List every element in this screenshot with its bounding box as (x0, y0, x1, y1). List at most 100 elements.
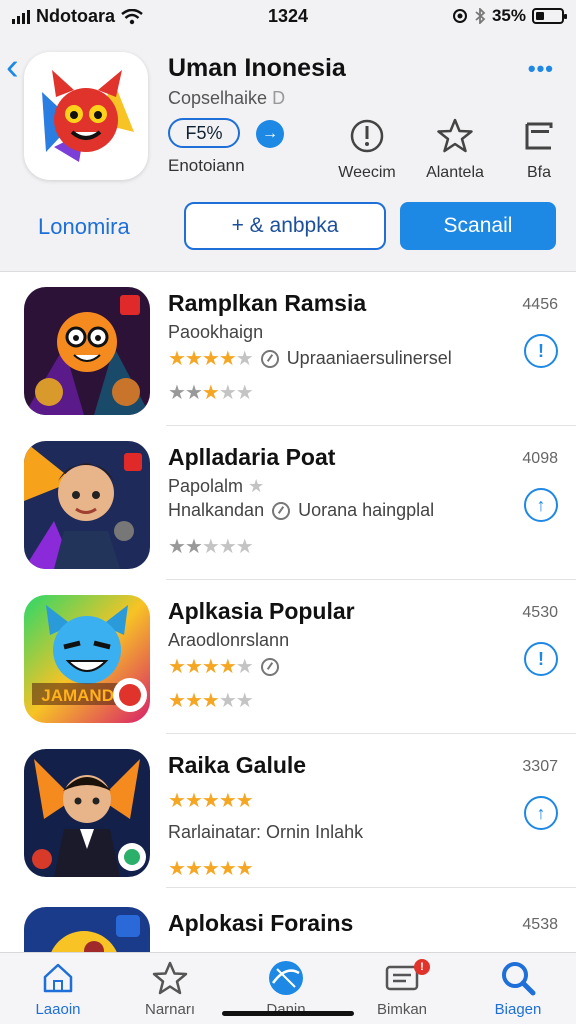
rating-star: ★ (235, 536, 254, 558)
star-outline-icon (152, 961, 188, 995)
tab-label: Bimkan (376, 1001, 428, 1018)
back-button[interactable]: ‹ (6, 48, 19, 86)
rating-star: ★ (168, 858, 186, 880)
app-detail: Hnalkandan Uorana haingplal (168, 500, 434, 521)
location-icon (452, 9, 467, 23)
alert-icon (350, 119, 384, 153)
star-icon (437, 118, 473, 153)
clock-icon (260, 349, 279, 368)
rating-star: ★ (168, 382, 186, 404)
app-title: Aplladaria Poat (168, 444, 336, 470)
globe-icon (269, 961, 303, 995)
app-count: 3307 (522, 758, 558, 775)
app-detail-left: Hnalkandan (168, 500, 265, 520)
app-count: 4530 (522, 604, 558, 621)
rating-star: ★ (218, 690, 237, 712)
header-action-star[interactable]: Alantela (410, 116, 500, 182)
rating-star: ★ (184, 656, 203, 678)
share-button[interactable]: → (256, 120, 284, 148)
rating-star: ★ (235, 348, 254, 370)
app-count: 4538 (522, 916, 558, 933)
svg-text:JAMANDI: JAMANDI (41, 686, 118, 705)
app-detail-text: Upraaniaersulinersel (286, 348, 452, 368)
tab-label: Narnarı (144, 1001, 196, 1018)
info-button[interactable]: ↑ (524, 488, 558, 522)
app-title: Aplokasi Forains (168, 910, 354, 936)
rating-star: ★ (201, 858, 220, 880)
rating-star: ★ (201, 656, 220, 678)
app-subtitle: Copselhaike D (168, 88, 286, 108)
app-title: Ramplkan Ramsia (168, 290, 367, 316)
rating-star: ★ (218, 790, 237, 812)
rating-stars-secondary: ★★★★★ (168, 858, 254, 880)
rating-star: ★ (201, 536, 220, 558)
rating-star: ★ (168, 656, 186, 678)
app-title: Raika Galule (168, 752, 307, 778)
rating-star: ★ (184, 858, 203, 880)
app-secondary-rating: ★★★★★ (168, 380, 254, 405)
tab-label: Laaoin (35, 1001, 81, 1018)
app-secondary-rating: ★★★★★ (168, 534, 254, 559)
battery-percent: 35% (491, 6, 526, 25)
header-action-bracket[interactable]: Bfa (494, 116, 576, 182)
app-detail: ★★★★★ Upraaniaersulinersel (168, 346, 452, 371)
tab-updates[interactable]: ! Bimkan (352, 959, 452, 1018)
list-item[interactable]: Aplladaria Poat Papolalm ★ 4098 Hnalkand… (0, 426, 576, 580)
rating-stars: ★★★★★ (168, 346, 254, 371)
app-subtitle: Papolalm ★ (168, 476, 265, 496)
app-rating-row: ★★★★★ (168, 788, 254, 813)
rating-star: ★ (235, 858, 254, 880)
battery-icon (532, 8, 567, 24)
tab-bar: Laaoin Narnarı Danin ! Bimkan Biagen (0, 952, 576, 1024)
header-action-label: Alantela (426, 164, 484, 181)
more-button[interactable]: ••• (528, 56, 554, 82)
rating-star: ★ (218, 536, 237, 558)
clock-icon (260, 657, 279, 676)
rating-star: ★ (235, 382, 254, 404)
list-item[interactable]: Raika Galule ★★★★★ 3307 Rarlainatar: Orn… (0, 734, 576, 888)
rating-stars: ★★★★★ (168, 788, 254, 813)
rating-star: ★ (184, 690, 203, 712)
tab-right[interactable]: Scanail (400, 202, 556, 250)
rating-star: ★ (168, 536, 186, 558)
tab-search[interactable]: Biagen (468, 959, 568, 1018)
header-action-alert[interactable]: Weecim (322, 116, 412, 182)
list-item[interactable]: Ramplkan Ramsia Paookhaign 4456 ★★★★★ Up… (0, 272, 576, 426)
tab-middle[interactable]: + & anbpka (184, 202, 386, 250)
app-count: 4456 (522, 296, 558, 313)
app-detail: ★★★★★ (168, 654, 279, 679)
rating-star: ★ (201, 790, 220, 812)
app-thumbnail (24, 441, 150, 569)
app-count: 4098 (522, 450, 558, 467)
info-button[interactable]: ↑ (524, 796, 558, 830)
clock-icon (272, 501, 291, 520)
app-icon (24, 52, 148, 180)
list-item[interactable]: JAMANDI Aplkasia Popular Araodlonrslann … (0, 580, 576, 734)
rating-star: ★ (201, 690, 220, 712)
info-button[interactable]: ! (524, 334, 558, 368)
search-icon (502, 962, 536, 996)
header-action-label: Weecim (338, 164, 396, 181)
tab-home[interactable]: Laaoin (8, 959, 108, 1018)
info-button[interactable]: ! (524, 642, 558, 676)
app-subtitle: Paookhaign (168, 322, 264, 342)
tab-left[interactable]: Lonomira (38, 214, 130, 240)
rating-stars: ★★★★★ (168, 654, 254, 679)
rating-stars-secondary: ★★★★★ (168, 382, 254, 404)
rating-star: ★ (235, 656, 254, 678)
app-developer: Enotoiann (168, 156, 245, 175)
app-thumbnail (24, 907, 150, 952)
rating-star: ★ (218, 858, 237, 880)
price-button[interactable]: F5% (168, 118, 240, 148)
rating-star: ★ (168, 690, 186, 712)
tab-explore[interactable]: Danin (236, 959, 336, 1018)
list-item[interactable]: Aplokasi Forains 4538 (0, 892, 576, 952)
tab-favorites[interactable]: Narnarı (120, 959, 220, 1018)
app-thumbnail (24, 749, 150, 877)
header-action-label: Bfa (526, 164, 551, 181)
rating-star: ★ (184, 348, 203, 370)
app-secondary-rating: ★★★★★ (168, 856, 254, 881)
rating-star: ★ (218, 348, 237, 370)
rating-star: ★ (201, 382, 220, 404)
status-bar: Ndotoara 1324 35% (0, 0, 576, 34)
